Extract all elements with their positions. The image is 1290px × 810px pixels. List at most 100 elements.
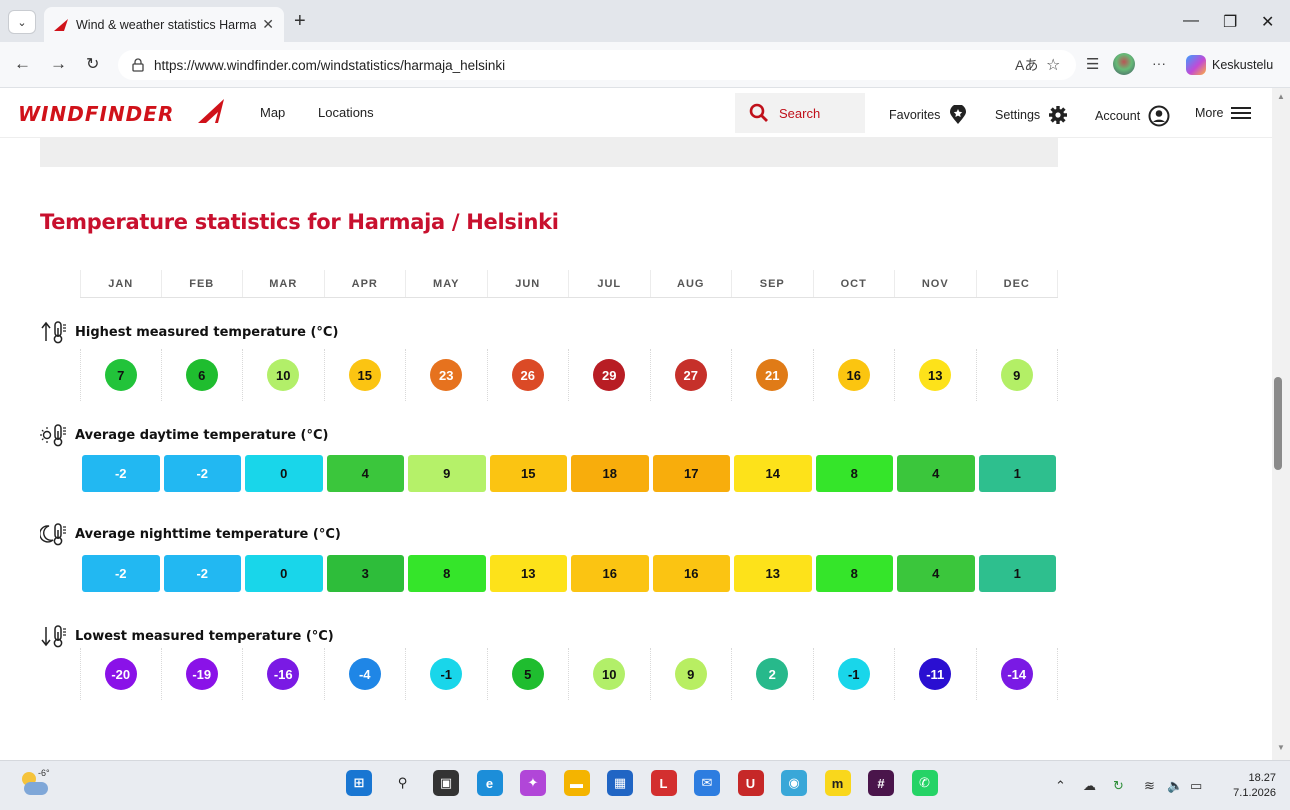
search-icon[interactable]: ⚲ bbox=[390, 770, 416, 796]
file-explorer-icon[interactable]: ▬ bbox=[563, 770, 590, 796]
system-clock[interactable]: 18.27 7.1.2026 bbox=[1228, 771, 1276, 801]
table-cell: 14 bbox=[732, 447, 814, 499]
temperature-bar: 4 bbox=[897, 554, 975, 592]
address-bar[interactable]: https://www.windfinder.com/windstatistic… bbox=[118, 50, 1076, 80]
battery-icon[interactable]: ▭ bbox=[1190, 778, 1202, 794]
month-header-cell: MAY bbox=[406, 270, 488, 297]
settings-button[interactable]: Settings bbox=[995, 105, 1068, 125]
nav-locations-link[interactable]: Locations bbox=[318, 105, 374, 120]
settings-label: Settings bbox=[995, 108, 1041, 122]
table-cell: 0 bbox=[243, 447, 325, 499]
favorite-star-icon[interactable]: ☆ bbox=[1046, 55, 1060, 75]
table-cell: -1 bbox=[814, 648, 895, 700]
temperature-bar: 8 bbox=[408, 554, 486, 592]
copilot-button[interactable]: Keskustelu bbox=[1186, 53, 1282, 77]
gear-icon bbox=[1049, 106, 1068, 124]
account-button[interactable]: Account bbox=[1095, 105, 1170, 127]
refresh-icon[interactable]: ↻ bbox=[86, 54, 99, 74]
browser-tab-bar: ⌄ Wind & weather statistics Harmaja ✕ + … bbox=[0, 0, 1290, 42]
favorites-button[interactable]: Favorites bbox=[889, 105, 968, 125]
favorites-pin-icon bbox=[950, 105, 967, 124]
temperature-bar: 1 bbox=[978, 454, 1056, 492]
scrollbar-thumb[interactable] bbox=[1274, 377, 1282, 470]
slack-icon[interactable]: # bbox=[868, 770, 894, 796]
sync-app-icon[interactable]: ↻ bbox=[1113, 778, 1124, 794]
back-arrow-icon[interactable]: ← bbox=[14, 54, 31, 74]
temperature-badge: 23 bbox=[430, 359, 463, 391]
outlook-icon[interactable]: ✉ bbox=[694, 770, 720, 796]
month-header-cell: NOV bbox=[895, 270, 977, 297]
search-label: Search bbox=[779, 105, 821, 121]
new-tab-button[interactable]: + bbox=[294, 11, 306, 31]
mcafee-icon[interactable]: U bbox=[737, 770, 764, 796]
copilot-icon[interactable]: ✦ bbox=[520, 770, 546, 796]
month-header-cell: SEP bbox=[732, 270, 814, 297]
temperature-bar: 13 bbox=[734, 554, 812, 592]
more-options-icon[interactable]: ··· bbox=[1152, 55, 1166, 71]
temperature-row: -2 -2 0 3 8 13 16 16 13 8 4 1 bbox=[80, 547, 1058, 599]
scroll-down-arrow-icon[interactable]: ▼ bbox=[1277, 743, 1285, 752]
more-menu-button[interactable]: More bbox=[1195, 105, 1252, 121]
table-cell: -20 bbox=[80, 648, 162, 700]
temperature-badge: 10 bbox=[593, 658, 626, 690]
wifi-icon[interactable]: ≋ bbox=[1144, 778, 1155, 794]
temperature-badge: 5 bbox=[511, 658, 544, 690]
favorites-list-icon[interactable]: ☰ bbox=[1086, 55, 1099, 73]
close-window-button[interactable]: ✕ bbox=[1261, 12, 1274, 32]
month-header-cell: OCT bbox=[814, 270, 895, 297]
table-cell: 16 bbox=[651, 547, 733, 599]
temperature-row: -2 -2 0 4 9 15 18 17 14 8 4 1 bbox=[80, 447, 1058, 499]
temperature-badge: 29 bbox=[593, 359, 626, 391]
table-cell: 8 bbox=[406, 547, 488, 599]
scroll-up-arrow-icon[interactable]: ▲ bbox=[1277, 92, 1285, 101]
onedrive-cloud-icon[interactable]: ☁ bbox=[1083, 778, 1096, 794]
nav-map-link[interactable]: Map bbox=[260, 105, 285, 120]
weather-widget[interactable]: -6° bbox=[20, 768, 52, 800]
table-cell: 9 bbox=[651, 648, 732, 700]
whatsapp-icon[interactable]: ✆ bbox=[911, 770, 938, 796]
temperature-badge: 9 bbox=[674, 658, 707, 690]
table-cell: 1 bbox=[977, 547, 1059, 599]
show-hidden-icons-chevron[interactable]: ⌃ bbox=[1055, 778, 1066, 794]
temperature-bar: 0 bbox=[245, 554, 323, 592]
forward-arrow-icon[interactable]: → bbox=[50, 54, 67, 74]
table-cell: 26 bbox=[488, 349, 569, 401]
app-eye-icon[interactable]: ◉ bbox=[781, 770, 807, 796]
volume-icon[interactable]: 🔈 bbox=[1167, 778, 1183, 794]
profile-avatar[interactable] bbox=[1113, 53, 1135, 75]
restore-button[interactable]: ❐ bbox=[1223, 12, 1237, 32]
copilot-icon bbox=[1186, 55, 1206, 75]
table-cell: 10 bbox=[569, 648, 651, 700]
start-icon[interactable]: ⊞ bbox=[346, 770, 372, 796]
translate-icon[interactable]: Aあ bbox=[1015, 55, 1038, 75]
temperature-bar: 8 bbox=[815, 454, 893, 492]
table-cell: 21 bbox=[732, 349, 814, 401]
tab-close-icon[interactable]: ✕ bbox=[262, 16, 274, 33]
table-cell: 18 bbox=[569, 447, 651, 499]
browser-tab-active[interactable]: Wind & weather statistics Harmaja ✕ bbox=[44, 7, 284, 42]
site-logo[interactable]: WINDFINDER bbox=[18, 102, 174, 126]
temperature-badge: 27 bbox=[674, 359, 707, 391]
minimize-button[interactable]: — bbox=[1183, 12, 1199, 30]
temperature-bar: -2 bbox=[82, 454, 160, 492]
page-scrollbar[interactable]: ▲ ▼ bbox=[1272, 88, 1290, 760]
store-icon[interactable]: ▦ bbox=[607, 770, 633, 796]
table-cell: 3 bbox=[325, 547, 407, 599]
month-header-cell: JUL bbox=[569, 270, 651, 297]
app-l-icon[interactable]: L bbox=[650, 770, 677, 796]
ad-placeholder-bar bbox=[40, 138, 1058, 167]
site-info-icon[interactable] bbox=[130, 57, 146, 73]
temperature-bar: 1 bbox=[978, 554, 1056, 592]
table-cell: 9 bbox=[406, 447, 488, 499]
temperature-bar: 0 bbox=[245, 454, 323, 492]
table-cell: 15 bbox=[325, 349, 406, 401]
temperature-badge: 16 bbox=[837, 359, 870, 391]
tab-actions-menu-button[interactable]: ⌄ bbox=[8, 10, 36, 34]
miro-icon[interactable]: m bbox=[824, 770, 851, 796]
tab-title: Wind & weather statistics Harmaja bbox=[76, 17, 257, 32]
task-view-icon[interactable]: ▣ bbox=[433, 770, 459, 796]
month-header-cell: APR bbox=[325, 270, 406, 297]
edge-icon[interactable]: e bbox=[476, 770, 503, 796]
site-search-button[interactable]: Search bbox=[735, 93, 865, 133]
temperature-bar: -2 bbox=[163, 454, 241, 492]
